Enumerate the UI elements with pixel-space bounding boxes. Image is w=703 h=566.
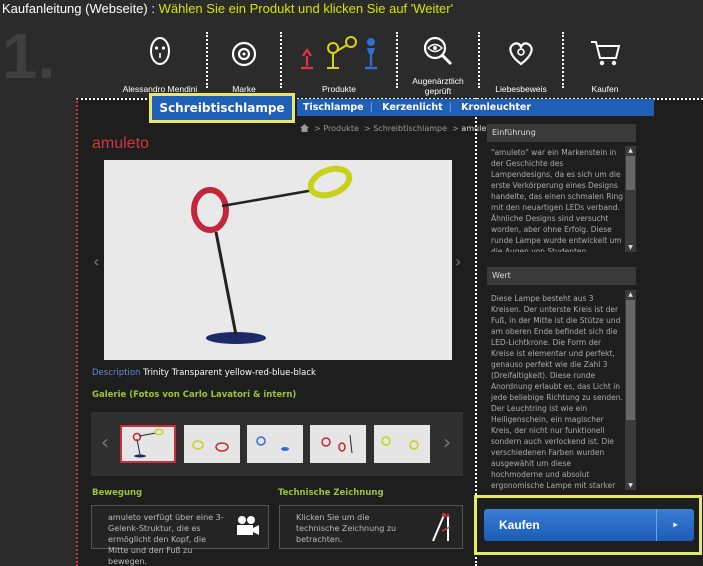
face-mask-icon — [150, 37, 170, 65]
breadcrumb-schreibtischlampe[interactable]: Schreibtischlampe — [373, 124, 447, 133]
buy-arrow-icon: ▸ — [656, 509, 694, 541]
eye-target-icon — [231, 41, 257, 67]
movement-text: amuleto verfügt über eine 3-Gelenk-Struk… — [108, 513, 224, 566]
prev-image-icon[interactable]: ‹ — [93, 252, 99, 271]
technical-title: Technische Zeichnung — [278, 488, 384, 498]
breadcrumb: > Produkte > Schreibtischlampe > amuleto — [300, 124, 494, 133]
nav-item-marke[interactable]: Marke — [208, 30, 280, 94]
gallery-thumb[interactable] — [374, 425, 430, 463]
value-header: Wert — [487, 267, 636, 285]
buy-button-label: Kaufen — [499, 518, 540, 532]
gallery-thumb[interactable] — [120, 425, 176, 463]
nav-label: Augenärztlich geprüft — [412, 76, 464, 96]
top-nav: Alessandro Mendini Marke Produkte Augenä… — [114, 30, 703, 96]
scroll-down-icon[interactable]: ▼ — [625, 481, 636, 490]
gallery-prev-icon[interactable]: ‹ — [101, 430, 109, 454]
drawing-tools-icon — [432, 513, 451, 542]
tab-tischlampe[interactable]: Tischlampe — [303, 102, 364, 113]
nav-item-augenaerztlich[interactable]: Augenärztlich geprüft — [398, 30, 478, 96]
step-number: 1. — [2, 20, 56, 92]
lamps-icon — [301, 36, 377, 70]
gallery-strip: ‹ › — [91, 412, 463, 476]
product-title: amuleto — [92, 135, 149, 152]
movement-title: Bewegung — [92, 488, 143, 498]
description-value: Trinity Transparent yellow-red-blue-blac… — [143, 368, 316, 378]
product-description: Description Trinity Transparent yellow-r… — [92, 368, 316, 378]
scroll-down-icon[interactable]: ▼ — [625, 243, 636, 252]
next-image-icon[interactable]: › — [455, 252, 461, 271]
technical-text: Klicken Sie um die technische Zeichnung … — [296, 513, 397, 544]
cart-icon — [591, 41, 621, 66]
intro-scrollbar[interactable]: ▲ ▼ — [625, 146, 636, 252]
magnifier-eye-icon — [423, 36, 453, 66]
heart-icon — [509, 42, 533, 66]
gallery-next-icon[interactable]: › — [443, 430, 451, 454]
tab-separator: | — [448, 102, 452, 113]
buy-button[interactable]: Kaufen ▸ — [484, 509, 694, 541]
gallery-thumb[interactable] — [310, 425, 366, 463]
nav-label: Kaufen — [591, 84, 619, 94]
product-photo — [104, 160, 452, 360]
scroll-up-icon[interactable]: ▲ — [625, 290, 636, 299]
video-camera-icon — [237, 516, 259, 535]
value-scrollbar[interactable]: ▲ ▼ — [625, 290, 636, 490]
gallery-thumb[interactable] — [247, 425, 303, 463]
tab-kronleuchter[interactable]: Kronleuchter — [461, 102, 531, 113]
nav-label: Liebesbeweis — [495, 84, 547, 94]
gallery-thumb[interactable] — [184, 425, 240, 463]
scroll-up-icon[interactable]: ▲ — [625, 146, 636, 155]
description-key: Description — [92, 368, 141, 378]
tab-separator: | — [369, 102, 373, 113]
tab-schreibtischlampe[interactable]: Schreibtischlampe — [149, 93, 295, 123]
lamp-image — [191, 165, 353, 344]
tab-kerzenlicht[interactable]: Kerzenlicht — [382, 102, 443, 113]
nav-item-liebesbeweis[interactable]: Liebesbeweis — [480, 30, 562, 94]
nav-item-kaufen[interactable]: Kaufen — [564, 30, 646, 94]
instruction-text: Kaufanleitung (Webseite) : Wählen Sie ei… — [2, 1, 453, 16]
home-icon[interactable] — [300, 124, 309, 132]
intro-header: Einführung — [487, 124, 636, 142]
technical-drawing-box[interactable]: Klicken Sie um die technische Zeichnung … — [279, 505, 463, 549]
instruction-prefix: Kaufanleitung (Webseite) : — [2, 1, 159, 16]
nav-item-mendini[interactable]: Alessandro Mendini — [114, 30, 206, 94]
movement-box[interactable]: amuleto verfügt über eine 3-Gelenk-Struk… — [91, 505, 269, 566]
scroll-thumb[interactable] — [626, 156, 635, 190]
buy-highlight: Kaufen ▸ — [474, 495, 702, 555]
scroll-thumb[interactable] — [626, 300, 635, 420]
nav-item-produkte[interactable]: Produkte — [282, 30, 396, 94]
breadcrumb-produkte[interactable]: Produkte — [323, 124, 359, 133]
value-text: Diese Lampe besteht aus 3 Kreisen. Der u… — [487, 290, 636, 490]
instruction-highlight: Wählen Sie ein Produkt und klicken Sie a… — [158, 1, 454, 16]
intro-text: "amuleto" war ein Markenstein in der Ges… — [487, 144, 636, 252]
nav-label: Produkte — [321, 84, 357, 94]
category-bar: Tischlampe | Kerzenlicht | Kronleuchter — [297, 99, 654, 116]
gallery-title: Galerie (Fotos von Carlo Lavatori & inte… — [92, 390, 297, 400]
